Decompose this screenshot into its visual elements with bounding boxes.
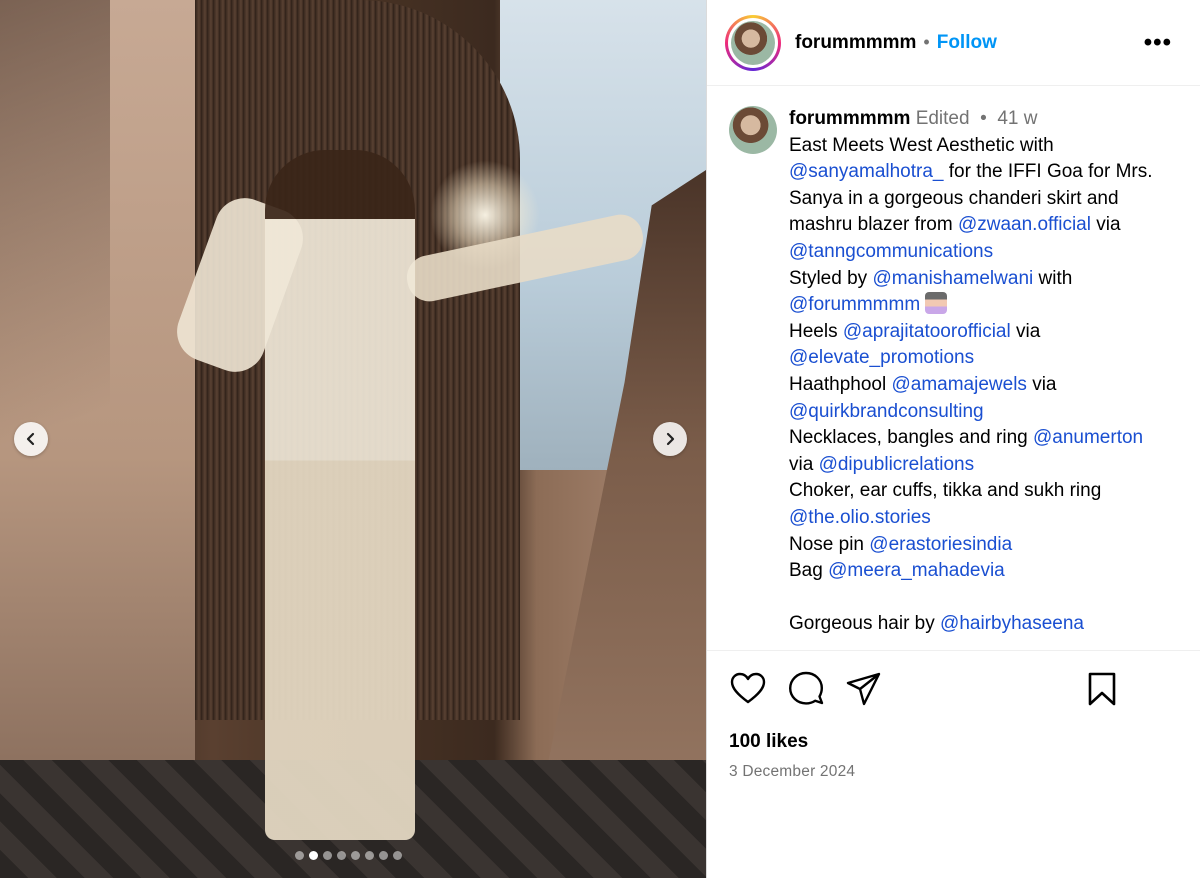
- caption-line: Haathphool: [789, 373, 892, 395]
- header-username[interactable]: forummmmm: [795, 32, 916, 54]
- woman-figure: [265, 150, 415, 840]
- carousel-dot: [365, 851, 374, 860]
- mention-link[interactable]: @dipublicrelations: [819, 454, 975, 475]
- mention-link[interactable]: @aprajitatoorofficial: [843, 321, 1011, 342]
- story-ring[interactable]: [725, 14, 781, 71]
- caption-line: with: [1033, 267, 1073, 289]
- carousel-next-button[interactable]: [653, 422, 687, 456]
- mention-link[interactable]: @elevate_promotions: [789, 347, 974, 368]
- more-options-icon[interactable]: •••: [1144, 30, 1182, 55]
- carousel-dot: [323, 851, 332, 860]
- carousel-dot: [309, 851, 318, 860]
- post-image[interactable]: [0, 0, 706, 878]
- mention-link[interactable]: @manishamelwani: [872, 268, 1033, 289]
- heart-icon: [730, 672, 766, 704]
- action-bar: 100 likes 3 December 2024: [707, 650, 1200, 781]
- carousel-dot: [351, 851, 360, 860]
- mention-link[interactable]: @the.olio.stories: [789, 507, 931, 528]
- carousel-prev-button[interactable]: [14, 422, 48, 456]
- caption-line: via: [1026, 373, 1057, 395]
- send-icon: [846, 672, 881, 706]
- caption-avatar[interactable]: [729, 106, 777, 154]
- caption-text: forummmmm Edited • 41 w East Meets West …: [789, 106, 1179, 650]
- caption-line: via: [789, 453, 819, 475]
- dot-separator: •: [974, 108, 993, 129]
- caption-scroll-area[interactable]: forummmmm Edited • 41 w East Meets West …: [707, 88, 1200, 650]
- mention-link[interactable]: @forummmmm: [789, 294, 920, 315]
- caption-line: via: [1010, 320, 1041, 342]
- caption-line: East Meets West Aesthetic with: [789, 134, 1054, 156]
- carousel-dots: [295, 851, 402, 860]
- mention-link[interactable]: @zwaan.official: [958, 214, 1091, 235]
- caption-line: Necklaces, bangles and ring: [789, 427, 1033, 449]
- mention-link[interactable]: @anumerton: [1033, 427, 1143, 448]
- caption-line: Nose pin: [789, 533, 870, 555]
- post-header: forummmmm • Follow •••: [707, 0, 1200, 86]
- mention-link[interactable]: @quirkbrandconsulting: [789, 401, 984, 422]
- comment-button[interactable]: [787, 670, 825, 708]
- comment-icon: [789, 671, 824, 705]
- follow-button[interactable]: Follow: [937, 32, 997, 54]
- carousel-dot: [393, 851, 402, 860]
- caption-line: for the IFFI Goa for Mrs.: [943, 161, 1153, 183]
- caption-line: Choker, ear cuffs, tikka and sukh ring: [789, 480, 1102, 502]
- carousel-dot: [337, 851, 346, 860]
- mention-link[interactable]: @amamajewels: [891, 374, 1026, 395]
- caption-line: via: [1090, 214, 1121, 236]
- caption-line: Bag: [789, 560, 829, 582]
- save-button[interactable]: [1083, 670, 1121, 708]
- post-date[interactable]: 3 December 2024: [729, 763, 1181, 781]
- caption-line: Gorgeous hair by: [789, 613, 941, 635]
- avatar[interactable]: [731, 20, 775, 65]
- carousel-dot: [379, 851, 388, 860]
- mention-link[interactable]: @sanyamalhotra_: [789, 161, 943, 182]
- mention-link[interactable]: @tanngcommunications: [789, 241, 993, 262]
- likes-count[interactable]: 100 likes: [729, 731, 1181, 753]
- chevron-left-icon: [26, 432, 35, 446]
- like-button[interactable]: [729, 670, 767, 708]
- header-separator: •: [923, 32, 930, 52]
- chevron-right-icon: [666, 432, 675, 446]
- caption-line: Heels: [789, 320, 843, 342]
- mention-link[interactable]: @erastoriesindia: [869, 534, 1012, 555]
- woman-raising-hand-emoji: [925, 292, 948, 315]
- edited-label: Edited: [915, 108, 970, 129]
- mention-link[interactable]: @meera_mahadevia: [828, 560, 1005, 581]
- carousel-dot: [295, 851, 304, 860]
- bookmark-icon: [1088, 672, 1116, 706]
- caption-username[interactable]: forummmmm: [789, 108, 910, 129]
- post-age[interactable]: 41 w: [997, 108, 1037, 129]
- mention-link[interactable]: @hairbyhaseena: [940, 613, 1084, 634]
- caption-line: Styled by: [789, 267, 873, 289]
- share-button[interactable]: [845, 670, 883, 708]
- post-sidebar: forummmmm • Follow ••• forummmmm Edited …: [706, 0, 1200, 878]
